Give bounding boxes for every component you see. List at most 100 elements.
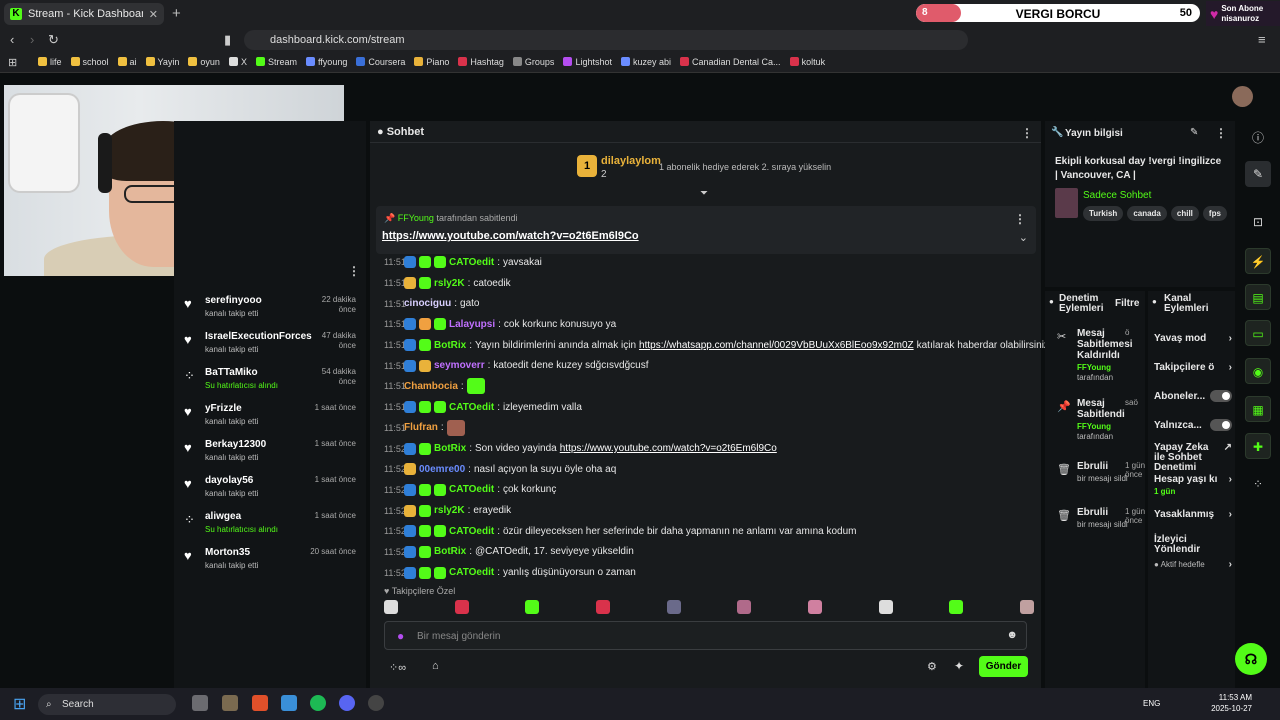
bookmark-item[interactable]: koltuk [789,57,825,67]
gifter-name[interactable]: dilaylaylom [601,155,661,167]
expand-chevron-icon[interactable]: ⌄ [1019,231,1028,244]
chat-more-icon[interactable]: ⋮ [1021,126,1033,140]
photos-icon[interactable] [281,695,297,711]
activity-item[interactable]: ♥ Berkay12300 kanalı takip etti 1 saat önce [180,434,360,470]
stream-tag[interactable]: Turkish [1083,206,1124,221]
chat-icon[interactable]: ▭ [1245,320,1271,346]
info-icon[interactable]: ⓘ [1245,125,1271,151]
windows-start-icon[interactable]: ⊞ [13,694,26,714]
message-username[interactable]: BotRix [434,443,466,454]
task-view-icon[interactable] [192,695,208,711]
settings-gear-icon[interactable]: ⚙ [927,660,937,673]
channel-action-item[interactable]: Yasaklanmış › [1154,510,1232,520]
fullscreen-icon[interactable]: ⊡ [1245,209,1271,235]
bookmark-item[interactable]: Yayin [145,57,179,67]
back-icon[interactable]: ‹ [10,32,14,47]
language-indicator[interactable]: ENG [1143,699,1160,708]
taskbar-search[interactable]: ⌕ Search [38,694,176,715]
message-username[interactable]: BotRix [434,340,466,351]
obs-icon[interactable] [368,695,384,711]
activity-item[interactable]: ⁘ BaTTaMiko Su hatırlatıcısı alındı 54 daki… [180,362,360,398]
tools-icon[interactable]: ✚ [1245,433,1271,459]
bookmark-icon[interactable]: ▮ [224,32,231,48]
bookmark-item[interactable]: X [228,57,247,67]
external-link-icon[interactable]: ↗ [1224,443,1232,453]
stream-tag[interactable]: fps [1202,206,1227,221]
stream-info-more-icon[interactable]: ⋮ [1215,126,1227,140]
send-button[interactable]: Gönder [979,656,1028,677]
message-link[interactable]: https://whatsapp.com/channel/0029VbBUuXx… [639,340,914,351]
bookmark-item[interactable]: Groups [512,57,554,67]
pinned-more-icon[interactable]: ⋮ [1014,212,1026,226]
url-input[interactable]: dashboard.kick.com/stream [244,30,968,50]
bookmark-item[interactable]: Hashtag [458,57,504,67]
new-tab-button[interactable]: + [172,5,181,22]
activity-item[interactable]: ♥ Morton35 kanalı takip etti 20 saat önce [180,542,360,578]
message-username[interactable]: cinociguu [404,298,451,309]
toggle-switch[interactable] [1210,419,1232,431]
store-icon[interactable]: ⌂ [432,660,439,672]
activity-item[interactable]: ⁘ aliwgea Su hatırlatıcısı alındı 1 saat ön… [180,506,360,542]
channel-action-item[interactable]: Yalnızca... [1154,419,1232,431]
discord-icon[interactable] [339,695,355,711]
emote-icon[interactable] [949,600,964,614]
activity-more-icon[interactable]: ⋮ [348,264,360,278]
chevron-right-icon[interactable]: › [1229,363,1232,373]
menu-icon[interactable]: ≡ [1258,32,1266,47]
message-username[interactable]: Lalayupsi [449,319,495,330]
stream-tag[interactable]: chill [1170,206,1199,221]
channel-action-item[interactable]: Takipçilere ö › [1154,363,1232,373]
edit-pencil-icon[interactable]: ✎ [1190,127,1198,138]
message-username[interactable]: BotRix [434,546,466,557]
bookmark-item[interactable]: Canadian Dental Ca... [680,57,781,67]
more-dots-icon[interactable]: ⁘ [1245,471,1271,497]
microphone-icon[interactable]: ● [397,629,404,643]
message-link[interactable]: https://www.youtube.com/watch?v=o2t6Em6l… [560,443,777,454]
message-username[interactable]: Flufran [404,422,438,433]
channel-action-item[interactable]: Hesap yaşı kı › 1 gün [1154,475,1232,497]
taskbar-clock[interactable]: 11:53 AM 2025-10-27 [1196,692,1252,714]
bookmark-item[interactable]: Coursera [356,57,405,67]
emote-icon[interactable] [878,600,893,614]
message-username[interactable]: rsly2K [434,278,465,289]
emote-icon[interactable] [454,600,469,614]
filter-button[interactable]: Filtre [1115,299,1139,309]
tab-kick-dashboard[interactable]: K Stream - Kick Dashboard ✕ [4,3,164,25]
emote-icon[interactable] [525,600,540,614]
channel-action-item[interactable]: Aboneler... [1154,390,1232,402]
reload-icon[interactable]: ↻ [48,32,59,48]
emote-icon[interactable] [1019,600,1034,614]
channel-action-item[interactable]: Yavaş mod › [1154,334,1232,344]
message-username[interactable]: 00emre00 [419,464,465,475]
points-icon[interactable]: ⁘∞ [389,661,406,674]
activity-item[interactable]: ♥ IsraelExecutionForces kanalı takip etti 4… [180,326,360,362]
clipboard-icon[interactable]: ▤ [1245,284,1271,310]
emote-icon[interactable] [595,600,610,614]
bookmark-item[interactable]: Piano [414,57,449,67]
emote-icon[interactable] [807,600,822,614]
gift-icon[interactable]: ✦ [954,659,964,673]
chat-input[interactable]: ● Bir mesaj gönderin ☻ [384,621,1027,650]
activity-item[interactable]: ♥ yFrizzle kanalı takip etti 1 saat önce [180,398,360,434]
chevron-right-icon[interactable]: › [1229,560,1232,570]
message-username[interactable]: CATOedit [449,526,494,537]
message-username[interactable]: Chambocia [404,381,458,392]
chevron-right-icon[interactable]: › [1229,334,1232,344]
avatar[interactable] [1232,86,1253,107]
channel-action-item[interactable]: İzleyici Yönlendir [1154,535,1232,555]
broadcast-icon[interactable]: ◉ [1245,358,1271,384]
emoji-icon[interactable]: ☻ [1006,629,1018,641]
bookmark-item[interactable]: school [70,57,109,67]
pinned-user[interactable]: FFYoung [398,213,434,223]
emote-icon[interactable] [384,600,398,614]
stream-category[interactable]: Sadece Sohbet [1083,190,1151,201]
files-icon[interactable] [222,695,238,711]
pinned-link[interactable]: https://www.youtube.com/watch?v=o2t6Em6l… [382,230,639,242]
bookmark-item[interactable]: ffyoung [305,57,347,67]
emote-icon[interactable] [737,600,752,614]
close-icon[interactable]: ✕ [149,8,158,21]
apps-grid-icon[interactable]: ⊞ [8,56,17,69]
scroll-down-icon[interactable]: ⏷ [700,188,708,199]
bookmark-item[interactable]: kuzey abi [620,57,671,67]
brave-browser-icon[interactable] [252,695,268,711]
